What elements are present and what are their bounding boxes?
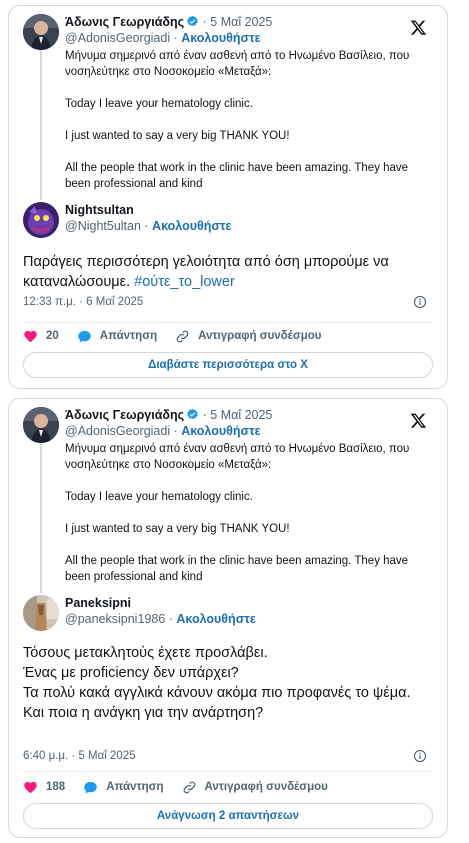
author-name[interactable]: Nightsultan — [65, 203, 134, 217]
avatar[interactable] — [23, 14, 59, 50]
copy-link-button[interactable]: Αντιγραφή συνδέσμου — [175, 329, 321, 344]
author-handle[interactable]: @AdonisGeorgiadi — [65, 424, 170, 438]
reply-line: Τόσους μετακλητούς έχετε προσλάβει. — [23, 645, 268, 661]
info-icon[interactable] — [413, 295, 427, 309]
avatar[interactable] — [23, 595, 59, 631]
tweet-date[interactable]: 5 Μαΐ 2025 — [210, 15, 272, 29]
copy-link-button[interactable]: Αντιγραφή συνδέσμου — [182, 780, 328, 795]
timestamp-row: 6:40 μ.μ. · 5 Μαΐ 2025 — [23, 749, 427, 763]
tweet-paragraph: I just wanted to say a very big THANK YO… — [65, 523, 290, 535]
action-bar: 20 Απάντηση Αντιγραφή συνδέσμου — [23, 327, 433, 345]
tweet-paragraph: I just wanted to say a very big THANK YO… — [65, 130, 290, 142]
avatar[interactable] — [23, 202, 59, 238]
like-button[interactable]: 20 — [23, 329, 59, 344]
tweet-paragraph: Today I leave your hematology clinic. — [65, 98, 253, 110]
tweet-paragraph: Μήνυμα σημερινό από έναν ασθενή από το Η… — [65, 443, 410, 471]
verified-badge-icon — [187, 15, 198, 27]
copy-link-label: Αντιγραφή συνδέσμου — [204, 781, 328, 793]
quoted-tweet-text: Μήνυμα σημερινό από έναν ασθενή από το Η… — [65, 48, 427, 192]
reply-line: Ένας με proficiency δεν υπάρχει? — [23, 665, 239, 681]
speech-bubble-icon — [78, 330, 91, 342]
thread-connector — [40, 48, 42, 200]
hashtag-link[interactable]: #ούτε_το_lower — [134, 274, 235, 290]
reply-line: Τα πολύ κακά αγγλικά κάνουν ακόμα πιο πρ… — [23, 685, 411, 701]
follow-link[interactable]: Ακολουθήστε — [181, 424, 260, 438]
tweet-date[interactable]: 5 Μαΐ 2025 — [210, 408, 272, 422]
read-more-button[interactable]: Διαβάστε περισσότερα στο Χ — [23, 352, 433, 378]
action-bar: 188 Απάντηση Αντιγραφή συνδέσμου — [23, 778, 433, 796]
avatar[interactable] — [23, 407, 59, 443]
reply-line: Και ποια η ανάγκη για την ανάρτηση? — [23, 705, 264, 721]
like-button[interactable]: 188 — [23, 780, 65, 795]
embedded-tweet-card: Άδωνις Γεωργιάδης · 5 Μαΐ 2025 @AdonisGe… — [8, 5, 448, 389]
timestamp-row: 12:33 π.μ. · 6 Μαΐ 2025 — [23, 295, 427, 309]
quoted-tweet-text: Μήνυμα σημερινό από έναν ασθενή από το Η… — [65, 441, 427, 585]
reply-tweet[interactable]: Nightsultan @Night5ultan · Ακολουθήστε Π… — [23, 202, 427, 312]
reply-label: Απάντηση — [99, 330, 158, 342]
tweet-paragraph: Μήνυμα σημερινό από έναν ασθενή από το Η… — [65, 50, 410, 78]
tweet-timestamp[interactable]: 12:33 π.μ. · 6 Μαΐ 2025 — [23, 296, 143, 308]
tweet-paragraph: Today I leave your hematology clinic. — [65, 491, 253, 503]
embedded-tweet-card: Άδωνις Γεωργιάδης · 5 Μαΐ 2025 @AdonisGe… — [8, 398, 448, 838]
tweet-paragraph: All the people that work in the clinic h… — [65, 555, 409, 583]
reply-tweet[interactable]: Paneksipni @paneksipni1986 · Ακολουθήστε… — [23, 595, 427, 765]
follow-link[interactable]: Ακολουθήστε — [181, 31, 260, 45]
reply-button[interactable]: Απάντηση — [77, 329, 157, 344]
reply-button[interactable]: Απάντηση — [83, 780, 164, 795]
author-handle[interactable]: @paneksipni1986 — [65, 612, 165, 626]
reply-text: Τόσους μετακλητούς έχετε προσλάβει. Ένας… — [23, 643, 427, 723]
divider — [23, 771, 433, 772]
copy-link-label: Αντιγραφή συνδέσμου — [198, 330, 322, 342]
link-icon — [176, 330, 189, 342]
follow-link[interactable]: Ακολουθήστε — [176, 612, 255, 626]
author-name[interactable]: Άδωνις Γεωργιάδης — [65, 408, 184, 422]
info-icon[interactable] — [413, 749, 427, 763]
author-name[interactable]: Paneksipni — [65, 596, 131, 610]
link-icon — [183, 781, 195, 793]
speech-bubble-icon — [84, 781, 97, 793]
reply-label: Απάντηση — [106, 781, 164, 793]
author-name[interactable]: Άδωνις Γεωργιάδης — [65, 15, 184, 29]
author-handle[interactable]: @AdonisGeorgiadi — [65, 31, 170, 45]
like-count: 188 — [46, 781, 66, 793]
read-replies-button[interactable]: Ανάγνωση 2 απαντήσεων — [23, 803, 433, 829]
tweet-paragraph: All the people that work in the clinic h… — [65, 162, 409, 190]
follow-link[interactable]: Ακολουθήστε — [152, 219, 231, 233]
heart-icon — [24, 330, 37, 342]
verified-badge-icon — [187, 408, 198, 420]
author-handle[interactable]: @Night5ultan — [65, 219, 141, 233]
divider — [23, 322, 433, 323]
tweet-timestamp[interactable]: 6:40 μ.μ. · 5 Μαΐ 2025 — [23, 750, 136, 762]
heart-icon — [24, 781, 37, 793]
thread-connector — [40, 441, 42, 593]
like-count: 20 — [46, 330, 59, 342]
reply-text: Παράγεις περισσότερη γελοιότητα από όση … — [23, 252, 427, 292]
